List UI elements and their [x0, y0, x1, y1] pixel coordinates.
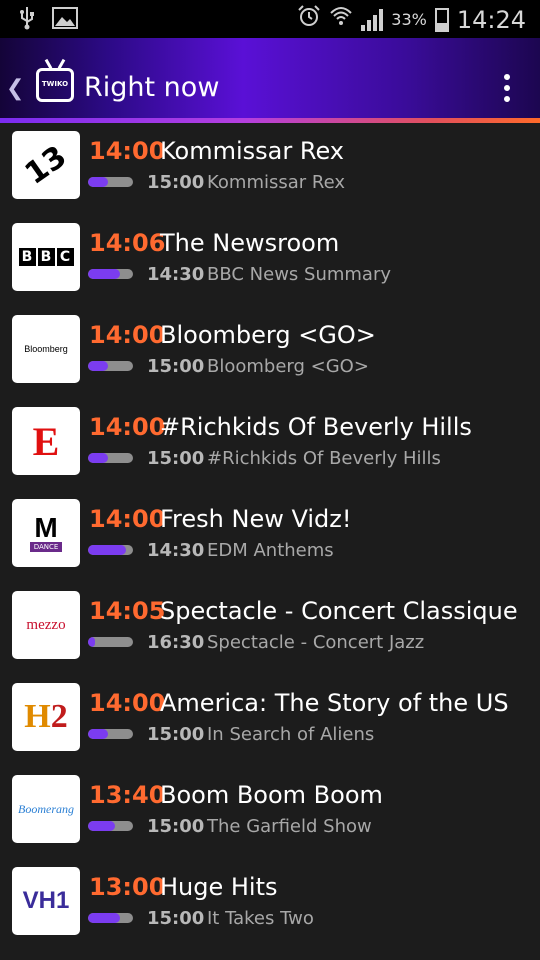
app-logo-tv-icon[interactable]: TWIKO — [36, 68, 74, 102]
battery-percent: 33% — [391, 10, 427, 29]
logo-text: Bloomberg — [24, 344, 68, 354]
alarm-icon — [297, 4, 321, 35]
channel-logo[interactable]: VH1 — [12, 867, 80, 935]
program-progress-bar — [88, 361, 133, 371]
channel-logo[interactable]: Boomerang — [12, 775, 80, 843]
channel-logo[interactable]: Bloomberg — [12, 315, 80, 383]
program-progress-fill — [88, 453, 109, 463]
now-program-title: The Newsroom — [160, 229, 340, 257]
now-start-time: 14:00 — [89, 321, 166, 349]
channel-logo[interactable]: 13 — [12, 131, 80, 199]
now-start-time: 14:00 — [89, 505, 166, 533]
now-program-title: Boom Boom Boom — [160, 781, 383, 809]
next-program-title: Spectacle - Concert Jazz — [207, 632, 425, 653]
logo-text: Boomerang — [18, 801, 74, 816]
now-program-title: Spectacle - Concert Classique — [160, 597, 518, 625]
program-progress-bar — [88, 913, 133, 923]
next-start-time: 15:00 — [147, 356, 205, 377]
next-program-title: Bloomberg <GO> — [207, 356, 369, 377]
program-progress-bar — [88, 637, 133, 647]
now-start-time: 13:00 — [89, 873, 166, 901]
next-program-title: It Takes Two — [207, 908, 314, 929]
now-program-title: America: The Story of the US — [160, 689, 509, 717]
program-progress-fill — [88, 913, 120, 923]
next-start-time: 15:00 — [147, 172, 205, 193]
next-program-title: BBC News Summary — [207, 264, 392, 285]
signal-icon — [361, 8, 384, 31]
next-program-title: The Garfield Show — [207, 816, 372, 837]
next-program-title: In Search of Aliens — [207, 724, 375, 745]
overflow-menu-icon[interactable] — [504, 74, 510, 102]
next-start-time: 14:30 — [147, 264, 205, 285]
now-program-title: Fresh New Vidz! — [160, 505, 352, 533]
program-progress-fill — [88, 821, 115, 831]
channel-logo[interactable]: H2 — [12, 683, 80, 751]
next-start-time: 15:00 — [147, 816, 205, 837]
now-start-time: 14:00 — [89, 413, 166, 441]
wifi-icon — [329, 5, 353, 34]
action-bar — [0, 38, 540, 120]
next-start-time: 16:30 — [147, 632, 205, 653]
now-start-time: 14:06 — [89, 229, 166, 257]
logo-text: mezzo — [26, 616, 66, 633]
now-program-title: Kommissar Rex — [160, 137, 345, 165]
image-icon — [52, 7, 78, 36]
next-start-time: 15:00 — [147, 908, 205, 929]
channel-logo[interactable]: mezzo — [12, 591, 80, 659]
next-start-time: 15:00 — [147, 724, 205, 745]
now-program-title: #Richkids Of Beverly Hills — [160, 413, 472, 441]
status-bar: 33% 14:24 — [0, 0, 540, 38]
program-progress-bar — [88, 269, 133, 279]
program-progress-fill — [88, 269, 120, 279]
logo-text: 13 — [18, 138, 74, 192]
channel-row[interactable]: E 14:00 #Richkids Of Beverly Hills 15:00… — [0, 399, 540, 491]
app-logo-label: TWIKO — [41, 80, 69, 88]
program-progress-fill — [88, 361, 109, 371]
now-program-title: Huge Hits — [160, 873, 278, 901]
program-progress-bar — [88, 545, 133, 555]
logo-text: VH1 — [22, 887, 70, 914]
status-time: 14:24 — [456, 5, 526, 34]
channel-logo[interactable]: BBC — [12, 223, 80, 291]
program-progress-fill — [88, 637, 95, 647]
logo-text: H2 — [24, 698, 68, 735]
program-progress-bar — [88, 821, 133, 831]
usb-icon — [18, 6, 36, 37]
channel-row[interactable]: Bloomberg 14:00 Bloomberg <GO> 15:00 Blo… — [0, 307, 540, 399]
next-start-time: 15:00 — [147, 448, 205, 469]
logo-text: M DANCE — [29, 514, 63, 552]
next-program-title: #Richkids Of Beverly Hills — [207, 448, 441, 469]
battery-icon — [434, 7, 449, 32]
next-start-time: 14:30 — [147, 540, 205, 561]
now-program-title: Bloomberg <GO> — [160, 321, 376, 349]
next-program-title: EDM Anthems — [207, 540, 334, 561]
program-progress-fill — [88, 545, 127, 555]
page-title: Right now — [84, 72, 220, 103]
now-start-time: 14:00 — [89, 689, 166, 717]
channel-row[interactable]: mezzo 14:05 Spectacle - Concert Classiqu… — [0, 583, 540, 675]
program-progress-fill — [88, 177, 109, 187]
channel-row[interactable]: Boomerang 13:40 Boom Boom Boom 15:00 The… — [0, 767, 540, 859]
channel-row[interactable]: H2 14:00 America: The Story of the US 15… — [0, 675, 540, 767]
program-progress-bar — [88, 729, 133, 739]
program-progress-bar — [88, 177, 133, 187]
now-start-time: 14:05 — [89, 597, 166, 625]
now-start-time: 14:00 — [89, 137, 166, 165]
channel-row[interactable]: 13 14:00 Kommissar Rex 15:00 Kommissar R… — [0, 123, 540, 215]
logo-text: BBC — [18, 248, 74, 266]
now-start-time: 13:40 — [89, 781, 166, 809]
back-chevron-icon[interactable]: ❮ — [6, 76, 24, 101]
logo-text: E — [32, 418, 60, 464]
channel-row[interactable]: BBC 14:06 The Newsroom 14:30 BBC News Su… — [0, 215, 540, 307]
channel-row[interactable]: VH1 13:00 Huge Hits 15:00 It Takes Two — [0, 859, 540, 951]
program-progress-bar — [88, 453, 133, 463]
next-program-title: Kommissar Rex — [207, 172, 346, 193]
program-progress-fill — [88, 729, 109, 739]
channel-logo[interactable]: M DANCE — [12, 499, 80, 567]
channel-logo[interactable]: E — [12, 407, 80, 475]
channel-row[interactable]: M DANCE 14:00 Fresh New Vidz! 14:30 EDM A… — [0, 491, 540, 583]
